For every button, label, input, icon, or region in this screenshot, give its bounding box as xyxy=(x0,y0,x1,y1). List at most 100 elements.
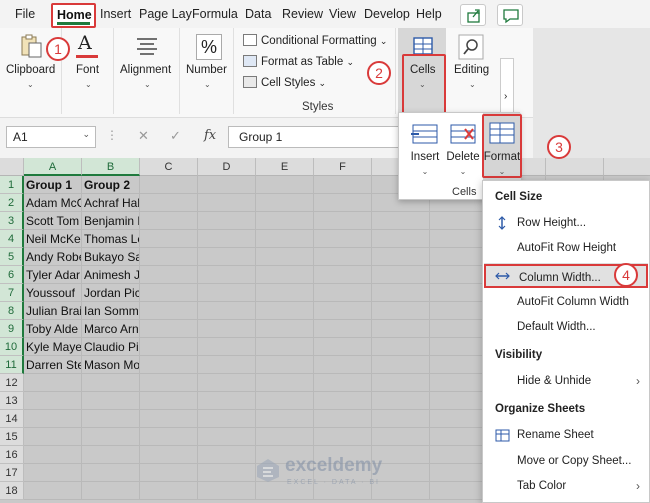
grid-cell[interactable] xyxy=(256,428,314,446)
column-header[interactable] xyxy=(546,158,604,176)
column-header[interactable]: A xyxy=(24,158,82,176)
grid-cell[interactable] xyxy=(372,230,430,248)
grid-cell[interactable] xyxy=(198,212,256,230)
column-header[interactable]: C xyxy=(140,158,198,176)
grid-cell[interactable]: Group 1 xyxy=(24,176,82,194)
grid-cell[interactable] xyxy=(198,410,256,428)
grid-cell[interactable] xyxy=(140,338,198,356)
rename-sheet-item[interactable]: Rename Sheet xyxy=(484,423,648,447)
grid-cell[interactable] xyxy=(430,482,488,500)
grid-cell[interactable] xyxy=(140,428,198,446)
grid-cell[interactable] xyxy=(372,320,430,338)
grid-cell[interactable] xyxy=(430,320,488,338)
grid-cell[interactable] xyxy=(198,284,256,302)
grid-cell[interactable] xyxy=(140,410,198,428)
grid-cell[interactable] xyxy=(256,248,314,266)
grid-cell[interactable] xyxy=(314,320,372,338)
grid-cell[interactable] xyxy=(314,392,372,410)
move-copy-sheet-item[interactable]: Move or Copy Sheet... xyxy=(484,449,648,473)
grid-cell[interactable] xyxy=(82,374,140,392)
grid-cell[interactable] xyxy=(198,194,256,212)
row-header[interactable]: 13 xyxy=(0,392,24,410)
row-header[interactable]: 10 xyxy=(0,338,24,356)
grid-cell[interactable] xyxy=(24,410,82,428)
select-all-corner[interactable] xyxy=(0,158,24,176)
grid-cell[interactable] xyxy=(372,266,430,284)
grid-cell[interactable] xyxy=(198,266,256,284)
grid-cell[interactable] xyxy=(82,446,140,464)
row-header[interactable]: 5 xyxy=(0,248,24,266)
grid-cell[interactable] xyxy=(372,212,430,230)
grid-cell[interactable] xyxy=(256,320,314,338)
grid-cell[interactable] xyxy=(198,428,256,446)
grid-cell[interactable] xyxy=(256,356,314,374)
row-header[interactable]: 8 xyxy=(0,302,24,320)
grid-cell[interactable] xyxy=(372,302,430,320)
row-header[interactable]: 2 xyxy=(0,194,24,212)
grid-cell[interactable] xyxy=(314,248,372,266)
grid-cell[interactable] xyxy=(140,212,198,230)
insert-cells-button[interactable]: Insert ⌄ xyxy=(405,113,445,185)
grid-cell[interactable] xyxy=(140,320,198,338)
grid-cell[interactable] xyxy=(372,338,430,356)
grid-cell[interactable]: Darren Ste xyxy=(24,356,82,374)
column-header[interactable] xyxy=(604,158,650,176)
insert-function-button[interactable]: fx xyxy=(204,128,216,143)
grid-cell[interactable] xyxy=(82,482,140,500)
row-header[interactable]: 12 xyxy=(0,374,24,392)
grid-cell[interactable]: Scott Tom xyxy=(24,212,82,230)
grid-cell[interactable] xyxy=(256,302,314,320)
grid-cell[interactable]: Benjamin Pavard xyxy=(82,212,140,230)
grid-cell[interactable] xyxy=(140,284,198,302)
grid-cell[interactable]: Claudio Pizzaro xyxy=(82,338,140,356)
tab-review[interactable]: Review xyxy=(282,7,323,21)
grid-cell[interactable]: Marco Arnautovic xyxy=(82,320,140,338)
grid-cell[interactable]: Thomas Lemar xyxy=(82,230,140,248)
tab-formulas[interactable]: Formula xyxy=(192,7,238,21)
grid-cell[interactable]: Mason Mount xyxy=(82,356,140,374)
grid-cell[interactable] xyxy=(372,410,430,428)
grid-cell[interactable] xyxy=(24,482,82,500)
grid-cell[interactable] xyxy=(256,338,314,356)
grid-cell[interactable]: Toby Alde xyxy=(24,320,82,338)
grid-cell[interactable] xyxy=(430,248,488,266)
grid-cell[interactable] xyxy=(256,410,314,428)
grid-cell[interactable] xyxy=(140,176,198,194)
tab-help[interactable]: Help xyxy=(416,7,442,21)
grid-cell[interactable] xyxy=(256,374,314,392)
font-group[interactable]: A Font ⌄ xyxy=(62,28,114,114)
grid-cell[interactable] xyxy=(198,464,256,482)
grid-cell[interactable] xyxy=(140,194,198,212)
grid-cell[interactable] xyxy=(430,374,488,392)
grid-cell[interactable] xyxy=(314,410,372,428)
grid-cell[interactable] xyxy=(82,392,140,410)
formula-input[interactable]: Group 1 xyxy=(228,126,408,148)
grid-cell[interactable] xyxy=(82,428,140,446)
row-header[interactable]: 14 xyxy=(0,410,24,428)
grid-cell[interactable] xyxy=(314,230,372,248)
hide-unhide-item[interactable]: Hide & Unhide › xyxy=(484,369,648,393)
grid-cell[interactable]: Ian Sommar xyxy=(82,302,140,320)
grid-cell[interactable] xyxy=(198,230,256,248)
grid-cell[interactable]: Tyler Adar xyxy=(24,266,82,284)
grid-cell[interactable] xyxy=(198,392,256,410)
row-header[interactable]: 17 xyxy=(0,464,24,482)
share-button[interactable] xyxy=(460,4,486,26)
grid-cell[interactable]: Julian Brai xyxy=(24,302,82,320)
default-width-item[interactable]: Default Width... xyxy=(484,315,648,339)
name-box[interactable]: A1 ⌄ xyxy=(6,126,96,148)
grid-cell[interactable] xyxy=(430,464,488,482)
grid-cell[interactable] xyxy=(198,320,256,338)
grid-cell[interactable] xyxy=(430,428,488,446)
grid-cell[interactable] xyxy=(314,338,372,356)
grid-cell[interactable] xyxy=(430,410,488,428)
grid-cell[interactable] xyxy=(314,194,372,212)
grid-cell[interactable] xyxy=(24,374,82,392)
grid-cell[interactable] xyxy=(314,212,372,230)
grid-cell[interactable] xyxy=(430,338,488,356)
tab-view[interactable]: View xyxy=(329,7,356,21)
grid-cell[interactable] xyxy=(314,374,372,392)
grid-cell[interactable] xyxy=(314,428,372,446)
grid-cell[interactable] xyxy=(430,302,488,320)
autofit-row-height-item[interactable]: AutoFit Row Height xyxy=(484,236,648,260)
